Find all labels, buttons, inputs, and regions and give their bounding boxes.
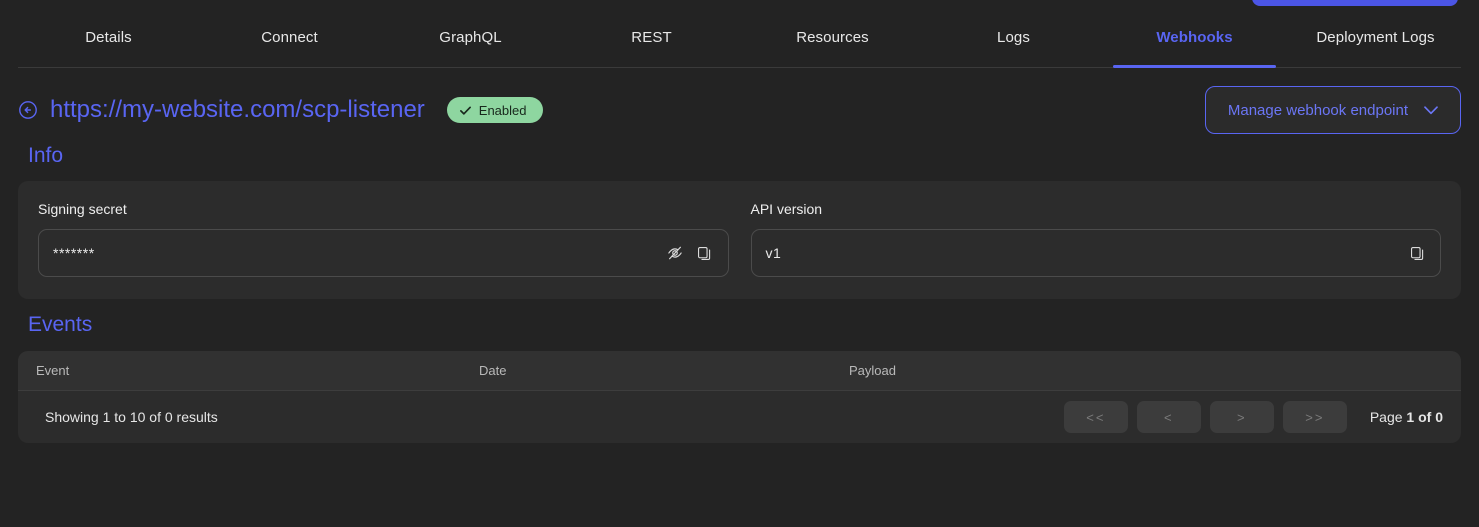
info-card: Signing secret ******* API version v1 (18, 181, 1461, 299)
table-header-row: Event Date Payload (18, 351, 1461, 391)
api-version-input[interactable]: v1 (750, 229, 1441, 277)
tab-deployment-logs[interactable]: Deployment Logs (1285, 6, 1466, 68)
tab-logs[interactable]: Logs (923, 6, 1104, 68)
previous-page-button[interactable]: < (1136, 401, 1201, 433)
signing-secret-input[interactable]: ******* (38, 229, 729, 277)
tab-webhooks[interactable]: Webhooks (1104, 6, 1285, 68)
tab-label: Connect (261, 28, 318, 46)
status-badge-label: Enabled (478, 102, 527, 118)
signing-secret-value: ******* (53, 245, 95, 261)
tab-label: Deployment Logs (1316, 28, 1435, 46)
tab-graphql[interactable]: GraphQL (380, 6, 561, 68)
pagination-controls: << < > >> Page 1 of 0 (1063, 401, 1443, 433)
tab-label: REST (631, 28, 672, 46)
events-section-title: Events (28, 313, 93, 336)
results-summary: Showing 1 to 10 of 0 results (45, 409, 218, 425)
signing-secret-field: Signing secret ******* (38, 201, 729, 277)
api-version-value: v1 (765, 245, 782, 261)
page-indicator-value: 1 of 0 (1406, 409, 1443, 425)
eye-off-icon[interactable] (660, 238, 690, 268)
column-header-date: Date (479, 363, 507, 378)
column-header-event: Event (36, 363, 70, 378)
last-page-button[interactable]: >> (1282, 401, 1347, 433)
events-table: Event Date Payload Showing 1 to 10 of 0 … (18, 351, 1461, 443)
tab-details[interactable]: Details (18, 6, 199, 68)
copy-icon[interactable] (690, 238, 720, 268)
tab-label: Resources (796, 28, 869, 46)
tab-label: Logs (997, 28, 1030, 46)
info-section-title: Info (28, 144, 64, 167)
tab-resources[interactable]: Resources (742, 6, 923, 68)
status-badge: Enabled (446, 97, 543, 123)
manage-webhook-endpoint-button[interactable]: Manage webhook endpoint (1204, 86, 1461, 134)
endpoint-url[interactable]: https://my-website.com/scp-listener (50, 96, 425, 124)
api-version-label: API version (750, 201, 823, 217)
tab-label: Details (85, 28, 132, 46)
signing-secret-label: Signing secret (38, 201, 127, 217)
tab-label: Webhooks (1156, 28, 1233, 46)
circle-arrow-left-icon[interactable] (18, 100, 38, 120)
check-icon (459, 106, 471, 115)
tab-bar: Details Connect GraphQL REST Resources L… (0, 6, 1479, 68)
chevron-down-icon (1424, 105, 1438, 114)
tab-label: GraphQL (439, 28, 502, 46)
copy-icon[interactable] (1402, 238, 1432, 268)
tab-connect[interactable]: Connect (199, 6, 380, 68)
table-footer: Showing 1 to 10 of 0 results << < > >> P… (18, 391, 1461, 443)
next-page-button[interactable]: > (1209, 401, 1274, 433)
endpoint-header: https://my-website.com/scp-listener Enab… (0, 68, 1479, 134)
manage-webhook-endpoint-label: Manage webhook endpoint (1227, 101, 1408, 119)
page-indicator-prefix: Page (1369, 409, 1407, 425)
first-page-button[interactable]: << (1063, 401, 1128, 433)
tab-rest[interactable]: REST (561, 6, 742, 68)
column-header-payload: Payload (849, 363, 896, 378)
page-indicator: Page 1 of 0 (1370, 409, 1443, 425)
api-version-field: API version v1 (750, 201, 1441, 277)
